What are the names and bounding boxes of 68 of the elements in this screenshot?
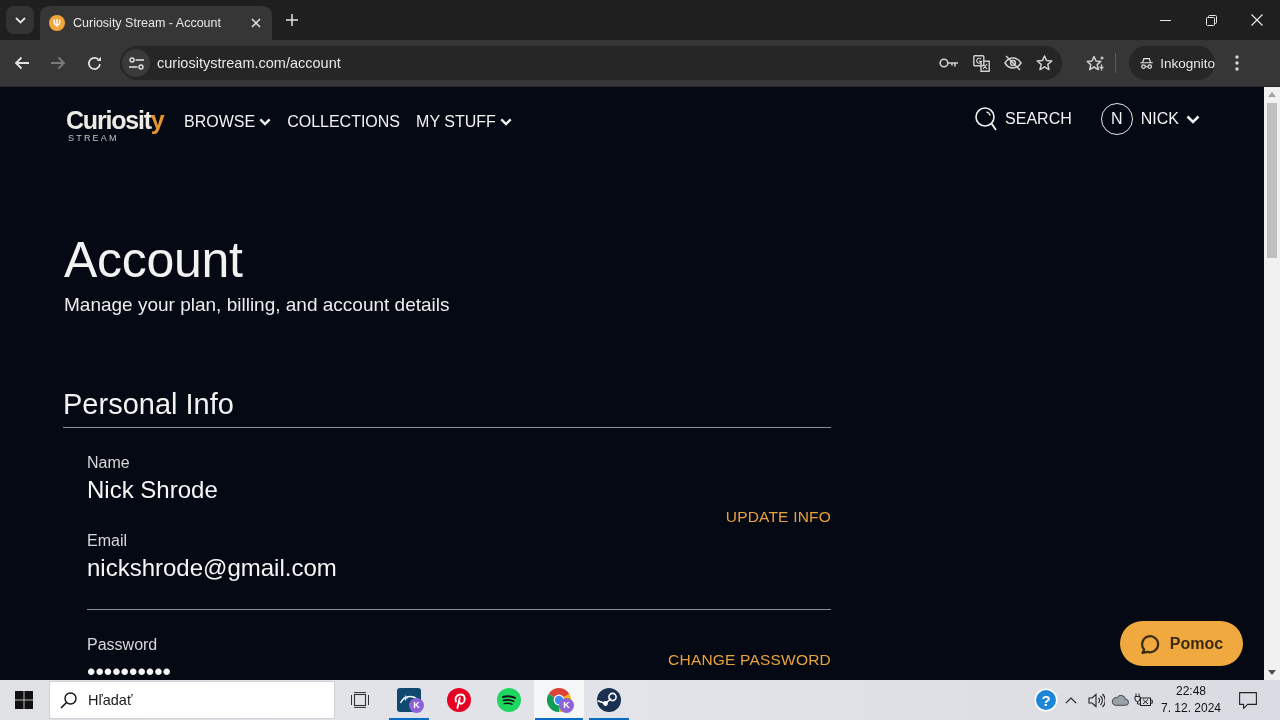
address-bar[interactable]: curiositystream.com/account xyxy=(120,46,1062,80)
chat-bubble-icon xyxy=(1139,633,1160,654)
tune-icon xyxy=(128,56,144,70)
close-icon[interactable] xyxy=(251,18,261,28)
chevron-down-icon xyxy=(259,118,272,126)
reload-icon xyxy=(86,55,102,71)
page-subtitle: Manage your plan, billing, and account details xyxy=(64,293,450,317)
chevron-down-icon xyxy=(1186,114,1200,124)
star-icon[interactable] xyxy=(1036,55,1053,71)
scrollbar-thumb[interactable] xyxy=(1267,103,1277,258)
taskbar-app-button[interactable]: K xyxy=(534,680,584,720)
forward-arrow-icon xyxy=(50,56,66,70)
site-favicon-icon xyxy=(49,15,65,31)
plus-icon xyxy=(286,14,298,26)
search-icon xyxy=(60,692,77,709)
plug-battery-icon[interactable] xyxy=(1133,693,1153,707)
nav-link[interactable]: COLLECTIONS xyxy=(287,113,401,131)
chevron-down-icon xyxy=(499,118,512,126)
site-info-button[interactable] xyxy=(122,49,150,77)
profile-badge: K xyxy=(559,698,574,713)
section-title: Personal Info xyxy=(63,386,831,428)
scroll-down-icon[interactable] xyxy=(1268,670,1276,675)
speaker-icon[interactable] xyxy=(1087,692,1105,708)
clock-date: 7. 12. 2024 xyxy=(1160,700,1222,717)
star-sparkle-icon[interactable] xyxy=(1086,54,1105,72)
action-link[interactable]: CHANGE PASSWORD xyxy=(668,651,831,669)
translate-icon[interactable] xyxy=(973,54,990,72)
field-label: Password xyxy=(87,635,158,655)
action-link[interactable]: UPDATE INFO xyxy=(725,508,831,526)
restore-icon xyxy=(1205,14,1217,26)
field-label: Name xyxy=(87,453,130,473)
taskbar-search-field[interactable]: Hľadať xyxy=(49,681,335,719)
pin-logo-icon xyxy=(447,688,471,712)
eye-slash-icon[interactable] xyxy=(1004,55,1022,71)
logo-wordmark[interactable]: Curiosity xyxy=(66,108,164,133)
tab-list-button[interactable] xyxy=(6,6,34,34)
field-value: •••••••••• xyxy=(87,659,172,680)
chevron-up-icon[interactable] xyxy=(1065,696,1077,704)
nav-link[interactable]: MY STUFF xyxy=(416,113,512,131)
piston-logo-icon xyxy=(597,688,621,712)
browser-tab[interactable]: Curiosity Stream - Account xyxy=(40,6,272,40)
kebab-menu-icon xyxy=(1235,55,1239,71)
field-label: Email xyxy=(87,531,127,551)
start-logo-icon xyxy=(15,691,33,709)
incognito-chip[interactable]: Inkognito xyxy=(1129,46,1215,80)
task-view-icon xyxy=(350,692,370,708)
profile-badge: K xyxy=(409,698,424,713)
scrollbar[interactable] xyxy=(1264,87,1280,680)
notification-icon[interactable] xyxy=(1239,691,1257,709)
chevron-down-icon xyxy=(14,16,26,24)
field-value: Nick Shrode xyxy=(87,477,218,503)
logo-tagline: STREAM xyxy=(67,133,119,144)
page-title: Account xyxy=(64,231,243,290)
help-chat-button[interactable]: Pomoc xyxy=(1120,621,1243,666)
close-icon xyxy=(1251,14,1263,26)
sound-waves-icon xyxy=(497,688,521,712)
field-value: nickshrode@gmail.com xyxy=(87,555,337,581)
cloud-icon[interactable] xyxy=(1110,694,1129,706)
search-link[interactable]: SEARCH xyxy=(975,107,1072,131)
back-arrow-icon xyxy=(14,56,30,70)
clock-time: 22:48 xyxy=(1176,683,1206,700)
search-icon xyxy=(975,107,998,131)
key-icon[interactable] xyxy=(939,58,959,68)
help-icon[interactable]: ? xyxy=(1036,690,1056,710)
hat-glasses-icon xyxy=(1140,55,1154,71)
nav-link[interactable]: BROWSE xyxy=(184,113,272,131)
minimize-icon xyxy=(1159,19,1171,21)
user-menu-button[interactable]: NICK xyxy=(1140,110,1200,128)
